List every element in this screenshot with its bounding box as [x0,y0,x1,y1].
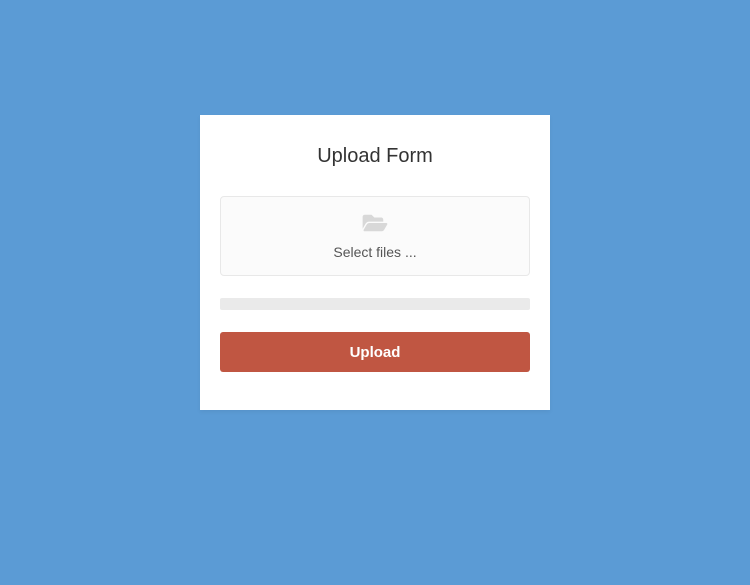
upload-button-label: Upload [350,344,401,361]
file-dropzone[interactable]: Select files ... [220,196,530,276]
upload-button[interactable]: Upload [220,332,530,372]
progress-bar [220,298,530,310]
folder-open-icon [362,212,388,234]
form-title: Upload Form [220,145,530,168]
dropzone-label: Select files ... [333,244,416,260]
upload-form-card: Upload Form Select files ... Upload [200,115,550,410]
